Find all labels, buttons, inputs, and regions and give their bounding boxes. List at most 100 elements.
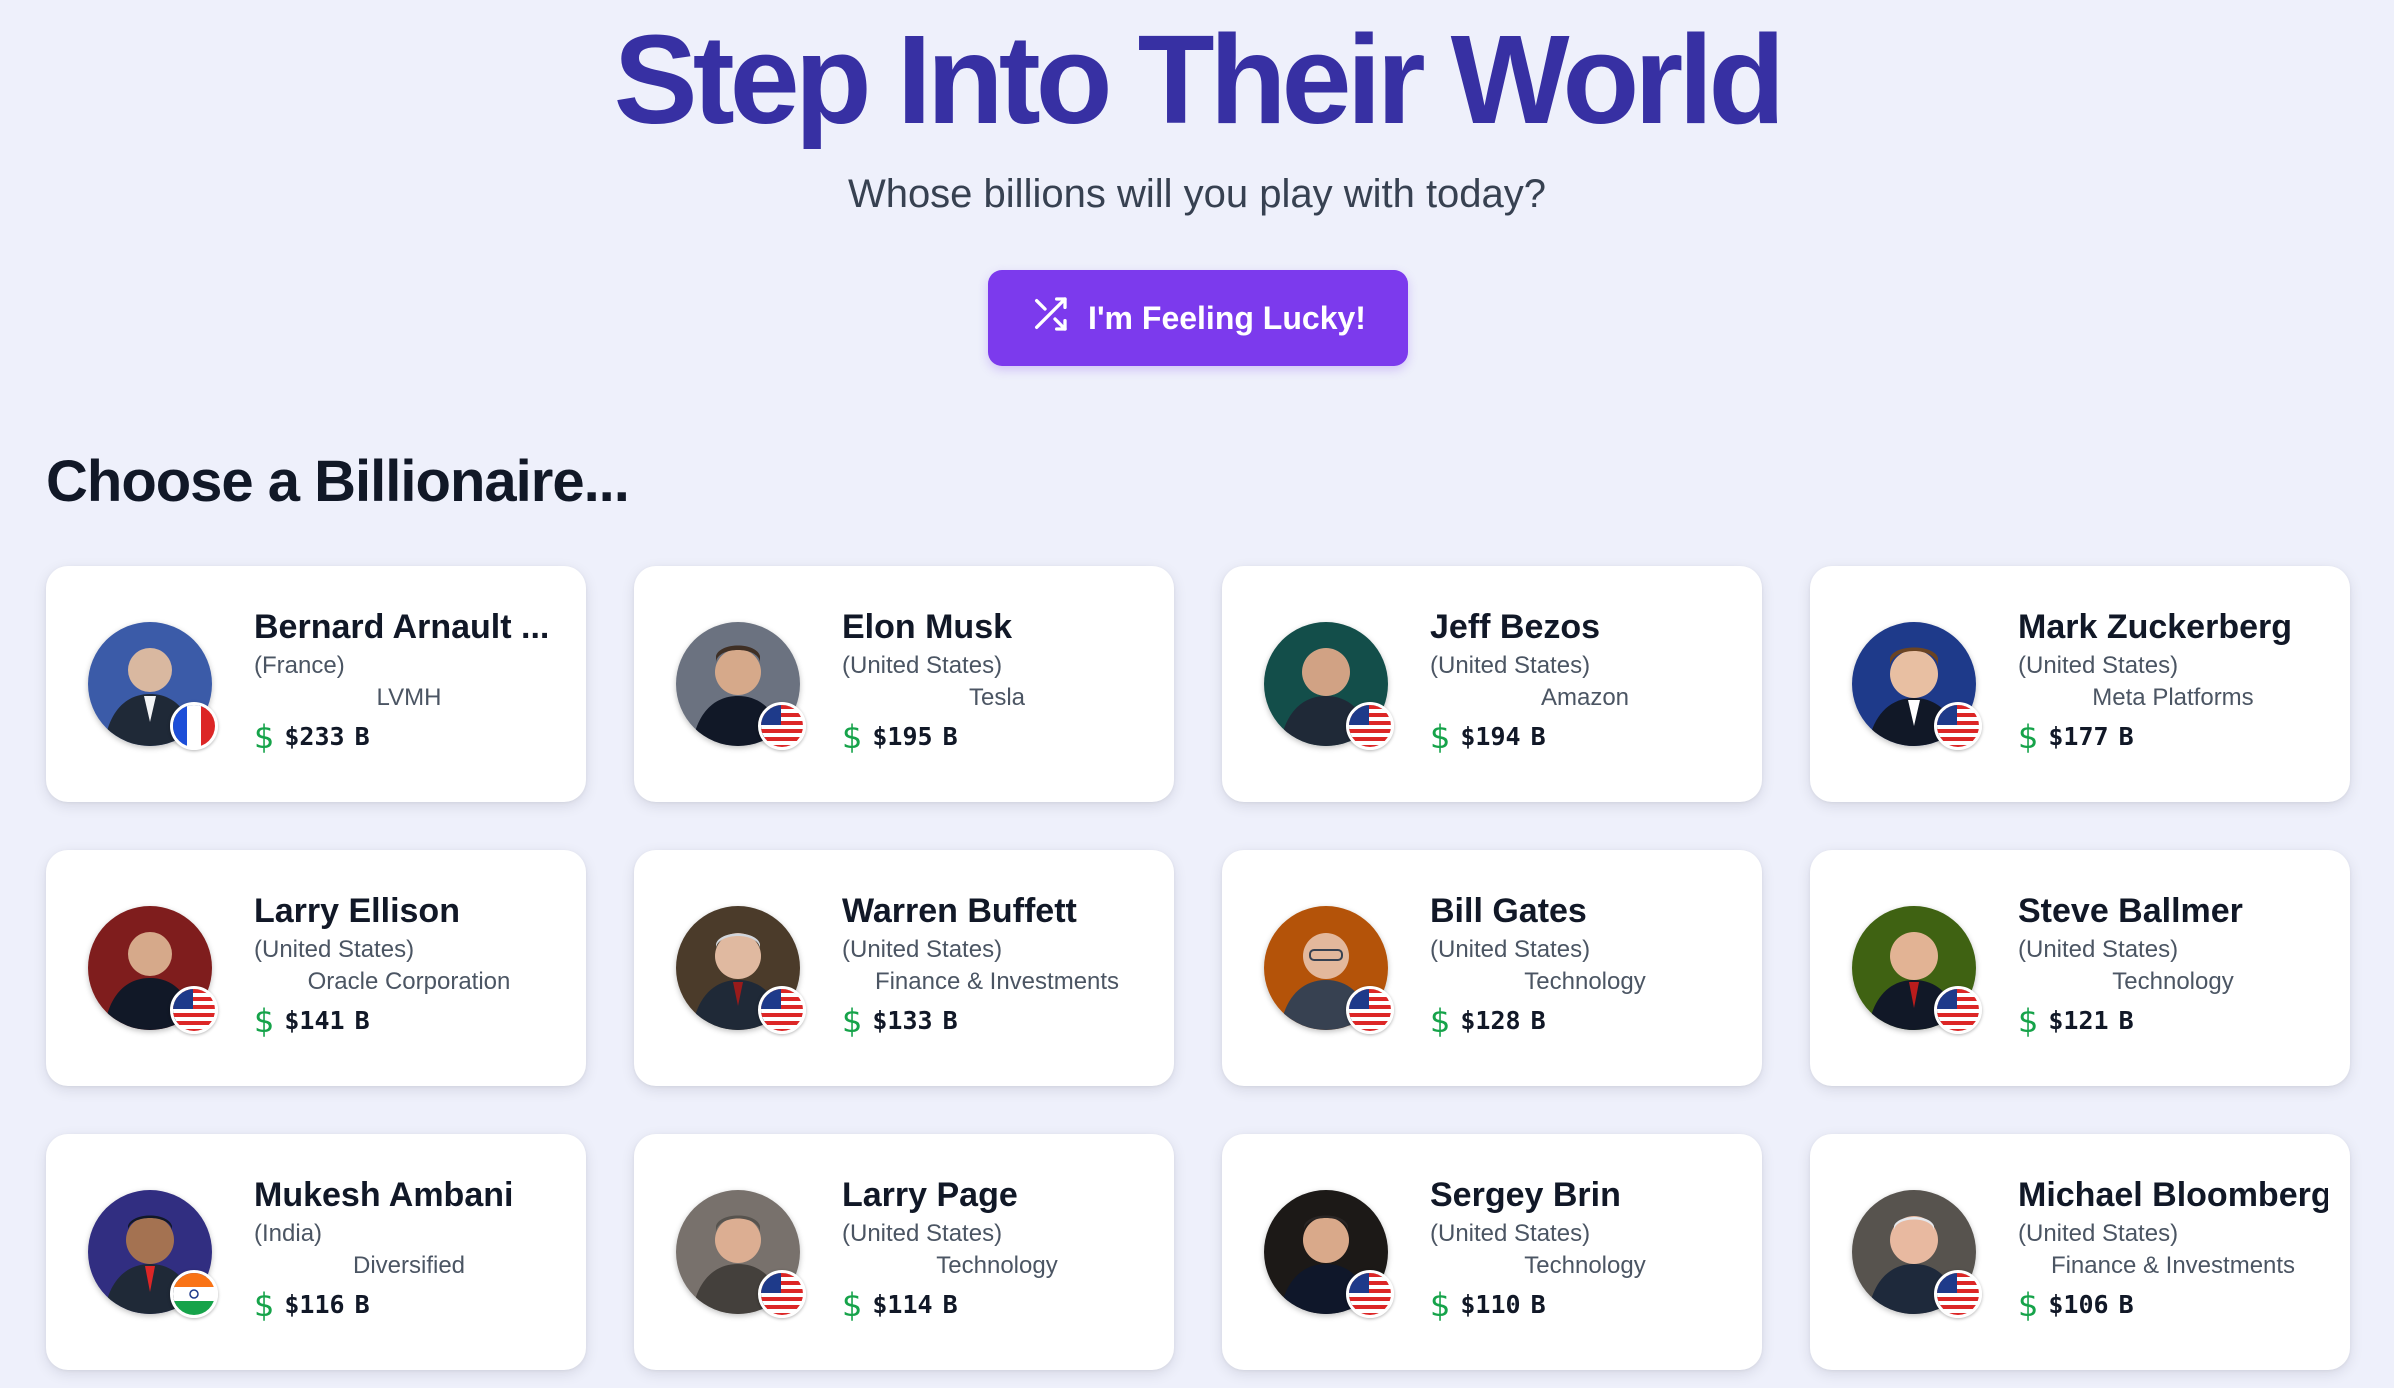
dollar-icon: $ [254,1002,275,1040]
dollar-icon: $ [254,718,275,756]
net-worth-value: $133 [872,1006,933,1035]
billionaire-card[interactable]: Elon Musk (United States) Tesla $ $195 B [634,566,1174,802]
usa-flag-icon [1346,702,1394,750]
billionaire-card[interactable]: Michael Bloomberg (United States) Financ… [1810,1134,2350,1370]
billionaire-card[interactable]: Mark Zuckerberg (United States) Meta Pla… [1810,566,2350,802]
billionaire-card[interactable]: Bernard Arnault ... (France) LVMH $ $233… [46,566,586,802]
net-worth-value: $110 [1460,1290,1521,1319]
shuffle-icon [1030,294,1070,342]
billionaire-company: Amazon [1540,684,1630,711]
net-worth: $ $106 B [2018,1288,2328,1322]
billionaire-name: Jeff Bezos [1430,608,1601,646]
net-worth: $ $133 B [842,1004,1152,1038]
billionaire-country: (United States) [254,936,415,963]
net-worth-unit: B [354,722,370,751]
billionaire-name: Larry Ellison [254,892,460,930]
net-worth: $ $121 B [2018,1004,2328,1038]
dollar-icon: $ [254,1286,275,1324]
billionaire-company: Oracle Corporation [307,968,511,995]
page-subtitle: Whose billions will you play with today? [847,172,1547,216]
usa-flag-icon [1934,1270,1982,1318]
billionaire-company: Tesla [968,684,1026,711]
billionaire-name: Larry Page [842,1176,1018,1214]
net-worth-unit: B [2118,1006,2134,1035]
billionaire-card[interactable]: Steve Ballmer (United States) Technology… [1810,850,2350,1086]
billionaire-company: Technology [2112,968,2234,995]
usa-flag-icon [1934,702,1982,750]
usa-flag-icon [758,702,806,750]
dollar-icon: $ [842,718,863,756]
billionaire-country: (United States) [1430,936,1591,963]
billionaire-company: Technology [1524,1252,1646,1279]
billionaire-name: Steve Ballmer [2018,892,2243,930]
net-worth: $ $114 B [842,1288,1152,1322]
billionaire-company: LVMH [376,684,442,711]
billionaire-card[interactable]: Sergey Brin (United States) Technology $… [1222,1134,1762,1370]
billionaire-country: (India) [254,1220,323,1247]
net-worth-unit: B [942,1006,958,1035]
dollar-icon: $ [1430,718,1451,756]
usa-flag-icon [1346,986,1394,1034]
net-worth-unit: B [1530,722,1546,751]
net-worth-unit: B [1530,1290,1546,1319]
billionaire-card[interactable]: Larry Page (United States) Technology $ … [634,1134,1174,1370]
usa-flag-icon [758,986,806,1034]
billionaire-company: Technology [1524,968,1646,995]
billionaire-company: Finance & Investments [874,968,1120,995]
net-worth-unit: B [2118,1290,2134,1319]
net-worth-value: $194 [1460,722,1521,751]
net-worth: $ $128 B [1430,1004,1740,1038]
billionaire-name: Sergey Brin [1430,1176,1621,1214]
dollar-icon: $ [2018,718,2039,756]
net-worth: $ $110 B [1430,1288,1740,1322]
billionaire-country: (United States) [842,652,1003,679]
billionaire-name: Michael Bloomberg [2018,1176,2328,1214]
dollar-icon: $ [842,1002,863,1040]
net-worth-value: $141 [284,1006,345,1035]
page-title: Step Into Their World [613,9,1786,150]
billionaire-name: Elon Musk [842,608,1013,646]
billionaire-name: Mukesh Ambani [254,1176,514,1214]
billionaire-company: Meta Platforms [2092,684,2254,711]
billionaire-card[interactable]: Jeff Bezos (United States) Amazon $ $194… [1222,566,1762,802]
billionaire-country: (France) [254,652,345,679]
usa-flag-icon [1934,986,1982,1034]
billionaire-grid: Bernard Arnault ... (France) LVMH $ $233… [46,566,2350,1370]
section-heading: Choose a Billionaire... [46,449,630,514]
india-flag-icon [170,1270,218,1318]
billionaire-country: (United States) [1430,1220,1591,1247]
net-worth-unit: B [2118,722,2134,751]
dollar-icon: $ [1430,1286,1451,1324]
dollar-icon: $ [1430,1002,1451,1040]
billionaire-card[interactable]: Mukesh Ambani (India) Diversified $ $116… [46,1134,586,1370]
billionaire-country: (United States) [2018,652,2179,679]
net-worth-unit: B [1530,1006,1546,1035]
net-worth-unit: B [942,722,958,751]
net-worth: $ $141 B [254,1004,564,1038]
billionaire-card[interactable]: Bill Gates (United States) Technology $ … [1222,850,1762,1086]
dollar-icon: $ [2018,1002,2039,1040]
net-worth-value: $114 [872,1290,933,1319]
billionaire-name: Bernard Arnault ... [254,608,550,646]
net-worth-value: $233 [284,722,345,751]
usa-flag-icon [170,986,218,1034]
billionaire-country: (United States) [842,936,1003,963]
billionaire-name: Warren Buffett [842,892,1077,930]
billionaire-company: Finance & Investments [2050,1252,2296,1279]
net-worth: $ $194 B [1430,720,1740,754]
dollar-icon: $ [842,1286,863,1324]
billionaire-card[interactable]: Larry Ellison (United States) Oracle Cor… [46,850,586,1086]
billionaire-card[interactable]: Warren Buffett (United States) Finance &… [634,850,1174,1086]
net-worth-unit: B [354,1290,370,1319]
net-worth-unit: B [942,1290,958,1319]
net-worth-value: $177 [2048,722,2109,751]
france-flag-icon [170,702,218,750]
feeling-lucky-button[interactable]: I'm Feeling Lucky! [988,270,1408,366]
net-worth-value: $128 [1460,1006,1521,1035]
net-worth-value: $121 [2048,1006,2109,1035]
usa-flag-icon [758,1270,806,1318]
billionaire-country: (United States) [2018,1220,2179,1247]
net-worth-value: $116 [284,1290,345,1319]
net-worth-value: $195 [872,722,933,751]
billionaire-country: (United States) [1430,652,1591,679]
